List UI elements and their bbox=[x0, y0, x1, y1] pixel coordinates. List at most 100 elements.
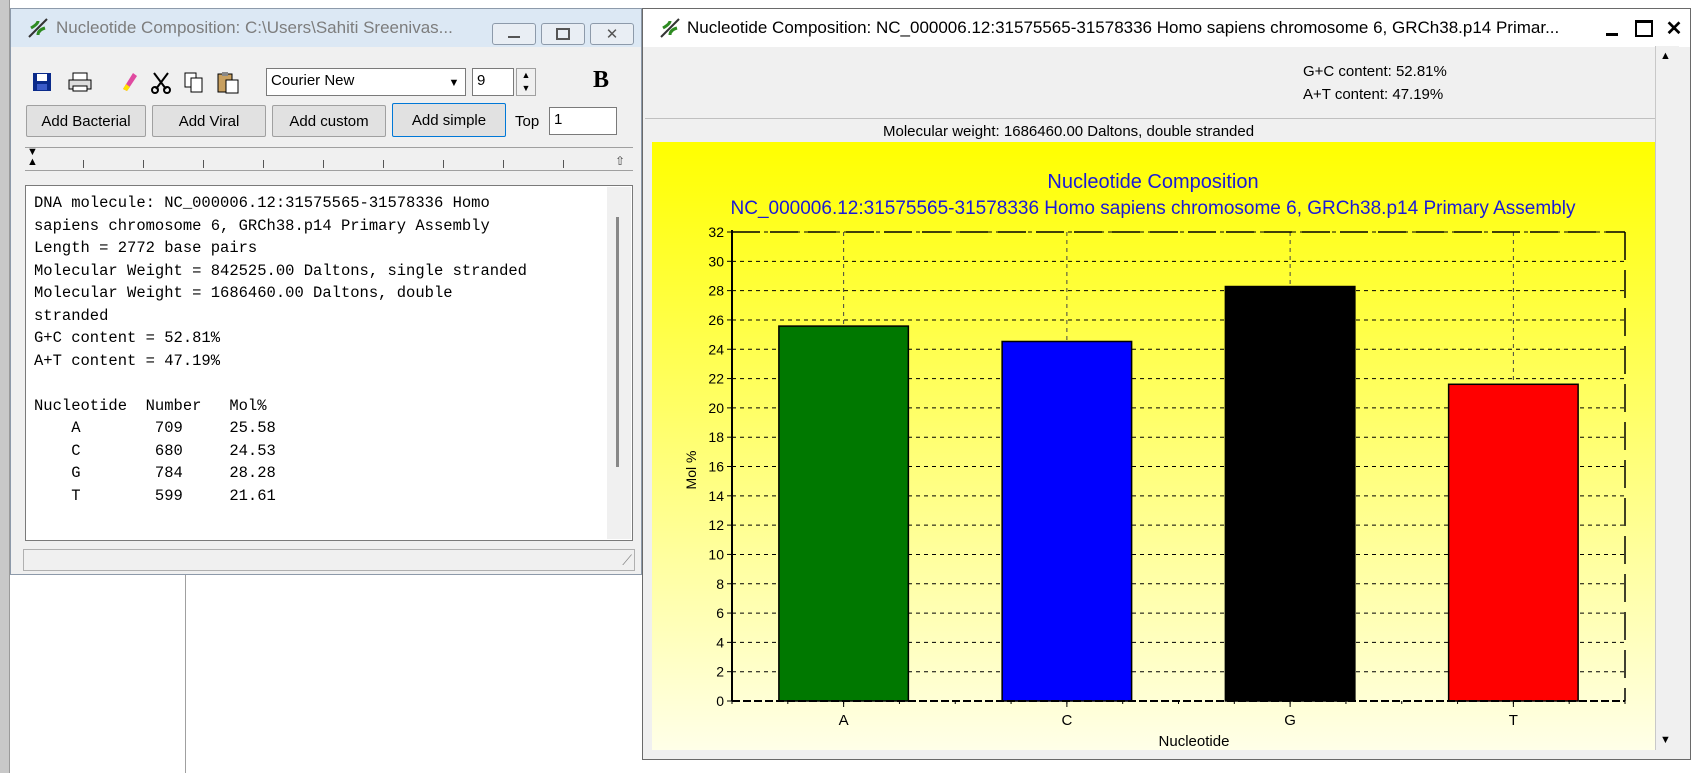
report-line: sapiens chromosome 6, GRCh38.p14 Primary… bbox=[34, 216, 490, 235]
y-tick-label: 14 bbox=[708, 488, 724, 504]
add-custom-button[interactable]: Add custom bbox=[272, 105, 386, 137]
ruler-tick bbox=[143, 160, 144, 168]
ruler-tick bbox=[263, 160, 264, 168]
y-tick-label: 12 bbox=[708, 517, 724, 533]
x-tick-label: G bbox=[1284, 712, 1296, 729]
font-name-select[interactable]: Courier New ▼ bbox=[266, 68, 466, 96]
left-title-bar[interactable]: Nucleotide Composition: C:\Users\Sahiti … bbox=[11, 9, 641, 47]
restore-button[interactable] bbox=[541, 23, 585, 45]
ruler-tick bbox=[203, 160, 204, 168]
minimize-icon bbox=[1606, 32, 1618, 36]
resize-grip-icon[interactable]: ⟋ bbox=[622, 552, 632, 569]
report-line: Length = 2772 base pairs bbox=[34, 239, 258, 257]
bold-button[interactable]: B bbox=[593, 67, 617, 95]
background-pane-divider bbox=[185, 575, 186, 773]
background-app-edge bbox=[0, 0, 10, 773]
gc-content-text: G+C content: 52.81% bbox=[1303, 63, 1447, 80]
bar-a bbox=[778, 325, 910, 702]
molecular-weight-text: Molecular weight: 1686460.00 Daltons, do… bbox=[883, 123, 1255, 140]
bar-c bbox=[1001, 340, 1133, 702]
y-tick-label: 24 bbox=[708, 341, 724, 357]
nucleotide-composition-chart: Nucleotide Composition NC_000006.12:3157… bbox=[652, 142, 1655, 750]
report-line: Molecular Weight = 842525.00 Daltons, si… bbox=[34, 261, 527, 280]
report-line: G 784 28.28 bbox=[34, 464, 276, 482]
report-line bbox=[34, 372, 624, 395]
ruler[interactable]: ▼ ▲ ⇧ bbox=[25, 147, 633, 171]
eraser-icon[interactable] bbox=[115, 67, 143, 95]
paste-icon[interactable] bbox=[215, 69, 243, 95]
add-bacterial-button[interactable]: Add Bacterial bbox=[26, 105, 146, 137]
y-tick-label: 4 bbox=[716, 634, 724, 650]
y-tick-label: 6 bbox=[716, 605, 724, 621]
ruler-tick bbox=[323, 160, 324, 168]
font-size-field[interactable]: 9 bbox=[472, 68, 514, 96]
y-tick-label: 16 bbox=[708, 459, 724, 475]
close-button[interactable]: ✕ bbox=[590, 23, 634, 45]
report-scrollbar[interactable] bbox=[607, 187, 631, 539]
bar-g bbox=[1224, 285, 1356, 702]
spin-down-icon[interactable]: ▼ bbox=[517, 82, 535, 95]
y-tick-label: 20 bbox=[708, 400, 724, 416]
x-tick-label: C bbox=[1061, 712, 1072, 729]
report-line: G+C content = 52.81% bbox=[34, 329, 221, 347]
report-line: stranded bbox=[34, 306, 109, 325]
copy-icon[interactable] bbox=[181, 69, 207, 95]
top-input[interactable]: 1 bbox=[549, 107, 617, 135]
dna-app-icon bbox=[25, 15, 51, 41]
dna-app-icon bbox=[657, 15, 683, 41]
chart-title: Nucleotide Composition bbox=[1047, 171, 1258, 193]
ruler-tick bbox=[383, 160, 384, 168]
close-icon: ✕ bbox=[605, 26, 619, 43]
report-line: DNA molecule: NC_000006.12:31575565-3157… bbox=[34, 194, 490, 212]
scroll-down-icon[interactable]: ▼ bbox=[1660, 734, 1671, 746]
cut-icon[interactable] bbox=[147, 69, 175, 95]
indent-marker-icon[interactable]: ▼ ▲ bbox=[27, 147, 38, 168]
ruler-tick bbox=[503, 160, 504, 168]
report-line: C 680 24.53 bbox=[34, 441, 276, 460]
report-line: A 709 25.58 bbox=[34, 419, 276, 437]
at-content-text: A+T content: 47.19% bbox=[1303, 86, 1444, 103]
font-size-spinner[interactable]: ▲ ▼ bbox=[516, 68, 536, 96]
chart-subtitle: NC_000006.12:31575565-31578336 Homo sapi… bbox=[731, 198, 1576, 219]
scrollbar-thumb[interactable] bbox=[616, 217, 619, 467]
y-tick-label: 0 bbox=[716, 693, 724, 709]
ruler-tick bbox=[83, 160, 84, 168]
ruler-tick bbox=[443, 160, 444, 168]
right-window-title: Nucleotide Composition: NC_000006.12:315… bbox=[687, 18, 1560, 37]
report-line: A+T content = 47.19% bbox=[34, 351, 221, 370]
right-title-bar[interactable]: Nucleotide Composition: NC_000006.12:315… bbox=[643, 9, 1690, 47]
left-window-title: Nucleotide Composition: C:\Users\Sahiti … bbox=[56, 18, 453, 37]
top-input-value: 1 bbox=[554, 111, 563, 128]
x-tick-label: A bbox=[839, 712, 849, 729]
top-label: Top bbox=[515, 113, 540, 130]
close-button[interactable]: ✕ bbox=[1659, 14, 1689, 42]
right-indent-icon[interactable]: ⇧ bbox=[615, 154, 625, 168]
report-line: Molecular Weight = 1686460.00 Daltons, d… bbox=[34, 284, 453, 302]
bar-t bbox=[1447, 383, 1579, 702]
maximize-button[interactable] bbox=[1629, 14, 1659, 42]
report-line: T 599 21.61 bbox=[34, 486, 276, 505]
report-text-area[interactable]: DNA molecule: NC_000006.12:31575565-3157… bbox=[25, 185, 633, 541]
minimize-button[interactable] bbox=[1597, 14, 1627, 42]
y-tick-label: 32 bbox=[708, 224, 724, 240]
scroll-up-icon[interactable]: ▲ bbox=[1660, 50, 1671, 62]
chevron-down-icon[interactable]: ▼ bbox=[445, 73, 463, 93]
minimize-button[interactable] bbox=[492, 23, 536, 45]
save-icon[interactable] bbox=[29, 69, 55, 95]
font-size-value: 9 bbox=[477, 72, 486, 89]
content-summary-panel: G+C content: 52.81% A+T content: 47.19% bbox=[645, 49, 1655, 119]
restore-icon bbox=[556, 28, 570, 40]
y-tick-label: 22 bbox=[708, 371, 724, 387]
add-viral-button[interactable]: Add Viral bbox=[152, 105, 266, 137]
report-line: Nucleotide Number Mol% bbox=[34, 396, 267, 415]
add-simple-button[interactable]: Add simple bbox=[392, 103, 506, 137]
spin-up-icon[interactable]: ▲ bbox=[517, 69, 535, 82]
y-tick-label: 28 bbox=[708, 283, 724, 299]
chart-scrollbar[interactable]: ▲ ▼ bbox=[1655, 46, 1679, 750]
y-axis-label: Mol % bbox=[683, 451, 699, 490]
status-bar: ⟋ bbox=[23, 549, 635, 571]
y-tick-label: 8 bbox=[716, 576, 724, 592]
font-name-value: Courier New bbox=[271, 72, 355, 89]
y-tick-label: 10 bbox=[708, 546, 724, 562]
print-icon[interactable] bbox=[65, 69, 95, 95]
